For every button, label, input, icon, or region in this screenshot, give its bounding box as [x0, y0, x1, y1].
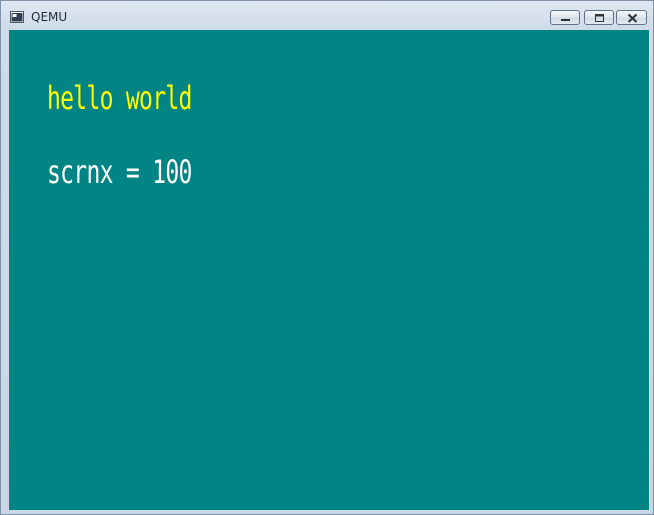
scrnx-value-text: scrnx = 100	[47, 153, 192, 191]
minimize-button[interactable]	[550, 10, 580, 25]
maximize-button[interactable]	[584, 10, 614, 25]
minimize-icon	[561, 19, 570, 21]
close-button[interactable]	[616, 10, 647, 25]
hello-world-text: hello world	[47, 79, 192, 117]
qemu-app-icon[interactable]	[10, 10, 24, 23]
close-icon	[627, 13, 638, 23]
emulator-display[interactable]: hello world scrnx = 100	[9, 30, 649, 510]
window-title: QEMU	[31, 10, 68, 24]
qemu-window: QEMU hello world scrnx = 100	[0, 0, 654, 515]
title-bar[interactable]: QEMU	[1, 1, 653, 29]
maximize-icon	[595, 14, 604, 22]
